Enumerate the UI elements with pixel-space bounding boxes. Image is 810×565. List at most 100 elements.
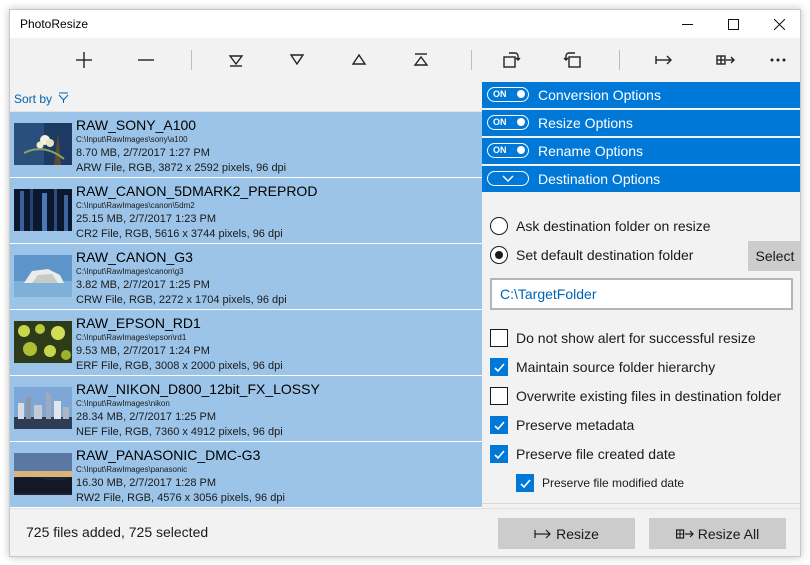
file-path: C:\Input\RawImages\sony\a100: [76, 135, 188, 144]
list-item[interactable]: RAW_CANON_5DMARK2_PREPROD C:\Input\RawIm…: [10, 178, 482, 244]
resize-all-icon[interactable]: [708, 46, 744, 74]
resize-options-header[interactable]: ON Resize Options: [482, 110, 800, 136]
checkbox[interactable]: [490, 445, 508, 463]
file-info: ERF File, RGB, 3008 x 2000 pixels, 96 dp…: [76, 360, 283, 372]
destination-options-label: Destination Options: [538, 171, 661, 187]
thumbnail-image: [14, 255, 72, 297]
rename-toggle[interactable]: ON: [487, 143, 529, 158]
checkbox[interactable]: [490, 387, 508, 405]
conversion-toggle[interactable]: ON: [487, 87, 529, 102]
rename-options-header[interactable]: ON Rename Options: [482, 138, 800, 164]
option-overwrite[interactable]: Overwrite existing files in destination …: [490, 386, 781, 406]
checkbox[interactable]: [516, 474, 534, 492]
maximize-icon[interactable]: [710, 10, 756, 38]
resize-button[interactable]: Resize: [498, 518, 635, 549]
file-name: RAW_CANON_G3: [76, 249, 193, 265]
thumbnail-image: [14, 321, 72, 363]
checkbox[interactable]: [490, 416, 508, 434]
file-name: RAW_PANASONIC_DMC-G3: [76, 447, 261, 463]
window-title: PhotoResize: [20, 17, 89, 31]
sort-direction-icon[interactable]: [57, 91, 70, 104]
conversion-options-label: Conversion Options: [538, 87, 661, 103]
list-item[interactable]: RAW_CANON_G3 C:\Input\RawImages\canon\g3…: [10, 244, 482, 310]
file-info: NEF File, RGB, 7360 x 4912 pixels, 96 dp…: [76, 426, 283, 438]
thumbnail-image: [14, 189, 72, 231]
list-item[interactable]: RAW_PANASONIC_DMC-G3 C:\Input\RawImages\…: [10, 442, 482, 508]
toolbar-separator: [191, 50, 192, 70]
option-preserve-created-date[interactable]: Preserve file created date: [490, 444, 676, 464]
move-top-icon[interactable]: [403, 46, 439, 74]
move-bottom-icon[interactable]: [218, 46, 254, 74]
resize-options-label: Resize Options: [538, 115, 633, 131]
file-path: C:\Input\RawImages\canon\5dm2: [76, 201, 195, 210]
thumbnail-image: [14, 453, 72, 495]
option-preserve-metadata[interactable]: Preserve metadata: [490, 415, 634, 435]
divider: [482, 503, 800, 504]
select-folder-button[interactable]: Select: [748, 241, 800, 271]
thumbnail-image: [14, 387, 72, 429]
resize-all-button-label: Resize All: [697, 525, 760, 542]
file-name: RAW_CANON_5DMARK2_PREPROD: [76, 183, 318, 199]
radio-button[interactable]: [490, 217, 508, 235]
destination-folder-field[interactable]: C:\TargetFolder: [490, 278, 793, 310]
file-path: C:\Input\RawImages\nikon: [76, 399, 170, 408]
file-info: CR2 File, RGB, 5616 x 3744 pixels, 96 dp…: [76, 228, 283, 240]
list-item[interactable]: RAW_EPSON_RD1 C:\Input\RawImages\epson\r…: [10, 310, 482, 376]
more-icon[interactable]: [760, 46, 796, 74]
option-maintain-hierarchy[interactable]: Maintain source folder hierarchy: [490, 357, 715, 377]
resize-icon: [534, 529, 551, 538]
move-down-icon[interactable]: [279, 46, 315, 74]
file-name: RAW_EPSON_RD1: [76, 315, 201, 331]
close-icon[interactable]: [756, 10, 800, 38]
chevron-down-icon[interactable]: [487, 171, 529, 186]
options-panel: ON Conversion Options ON Resize Options …: [482, 82, 800, 508]
ask-destination-radio[interactable]: Ask destination folder on resize: [490, 216, 711, 236]
file-size-date: 28.34 MB, 2/7/2017 1:25 PM: [76, 411, 217, 423]
thumbnail-image: [14, 123, 72, 165]
file-size-date: 9.53 MB, 2/7/2017 1:24 PM: [76, 345, 210, 357]
app-window: PhotoResize Sort by RAW_SONY_A100 C:\Inp…: [9, 9, 801, 557]
radio-button[interactable]: [490, 246, 508, 264]
minimize-icon[interactable]: [664, 10, 710, 38]
option-no-alert[interactable]: Do not show alert for successful resize: [490, 328, 756, 348]
move-up-icon[interactable]: [341, 46, 377, 74]
file-list: RAW_SONY_A100 C:\Input\RawImages\sony\a1…: [10, 112, 482, 508]
toolbar: [10, 38, 800, 82]
rename-options-label: Rename Options: [538, 143, 644, 159]
destination-options-header[interactable]: Destination Options: [482, 166, 800, 192]
sort-by-button[interactable]: Sort by: [14, 92, 52, 106]
resize-all-icon: [675, 528, 694, 539]
option-preserve-modified-date[interactable]: Preserve file modified date: [516, 473, 684, 493]
add-icon[interactable]: [66, 46, 102, 74]
checkbox[interactable]: [490, 329, 508, 347]
file-name: RAW_NIKON_D800_12bit_FX_LOSSY: [76, 381, 320, 397]
resize-toggle[interactable]: ON: [487, 115, 529, 130]
remove-icon[interactable]: [128, 46, 164, 74]
file-info: CRW File, RGB, 2272 x 1704 pixels, 96 dp…: [76, 294, 287, 306]
rotate-right-icon[interactable]: [555, 46, 591, 74]
status-text: 725 files added, 725 selected: [26, 524, 209, 540]
file-size-date: 16.30 MB, 2/7/2017 1:28 PM: [76, 477, 217, 489]
title-bar: PhotoResize: [10, 10, 800, 38]
set-default-destination-radio[interactable]: Set default destination folder: [490, 245, 693, 265]
list-item[interactable]: RAW_SONY_A100 C:\Input\RawImages\sony\a1…: [10, 112, 482, 178]
file-path: C:\Input\RawImages\panasonic: [76, 465, 188, 474]
file-info: RW2 File, RGB, 4576 x 3056 pixels, 96 dp…: [76, 492, 285, 504]
list-item[interactable]: RAW_NIKON_D800_12bit_FX_LOSSY C:\Input\R…: [10, 376, 482, 442]
toolbar-separator: [471, 50, 472, 70]
file-list-panel: Sort by RAW_SONY_A100 C:\Input\RawImages…: [10, 82, 482, 508]
file-path: C:\Input\RawImages\epson\rd1: [76, 333, 187, 342]
resize-all-button[interactable]: Resize All: [649, 518, 786, 549]
sort-bar: Sort by: [10, 82, 482, 112]
file-size-date: 3.82 MB, 2/7/2017 1:25 PM: [76, 279, 210, 291]
file-size-date: 25.15 MB, 2/7/2017 1:23 PM: [76, 213, 217, 225]
toolbar-separator: [619, 50, 620, 70]
resize-button-label: Resize: [556, 525, 599, 542]
rotate-left-icon[interactable]: [493, 46, 529, 74]
file-size-date: 8.70 MB, 2/7/2017 1:27 PM: [76, 147, 210, 159]
file-name: RAW_SONY_A100: [76, 117, 197, 133]
checkbox[interactable]: [490, 358, 508, 376]
resize-icon[interactable]: [646, 46, 682, 74]
conversion-options-header[interactable]: ON Conversion Options: [482, 82, 800, 108]
status-bar: 725 files added, 725 selected Resize Res…: [10, 508, 800, 556]
